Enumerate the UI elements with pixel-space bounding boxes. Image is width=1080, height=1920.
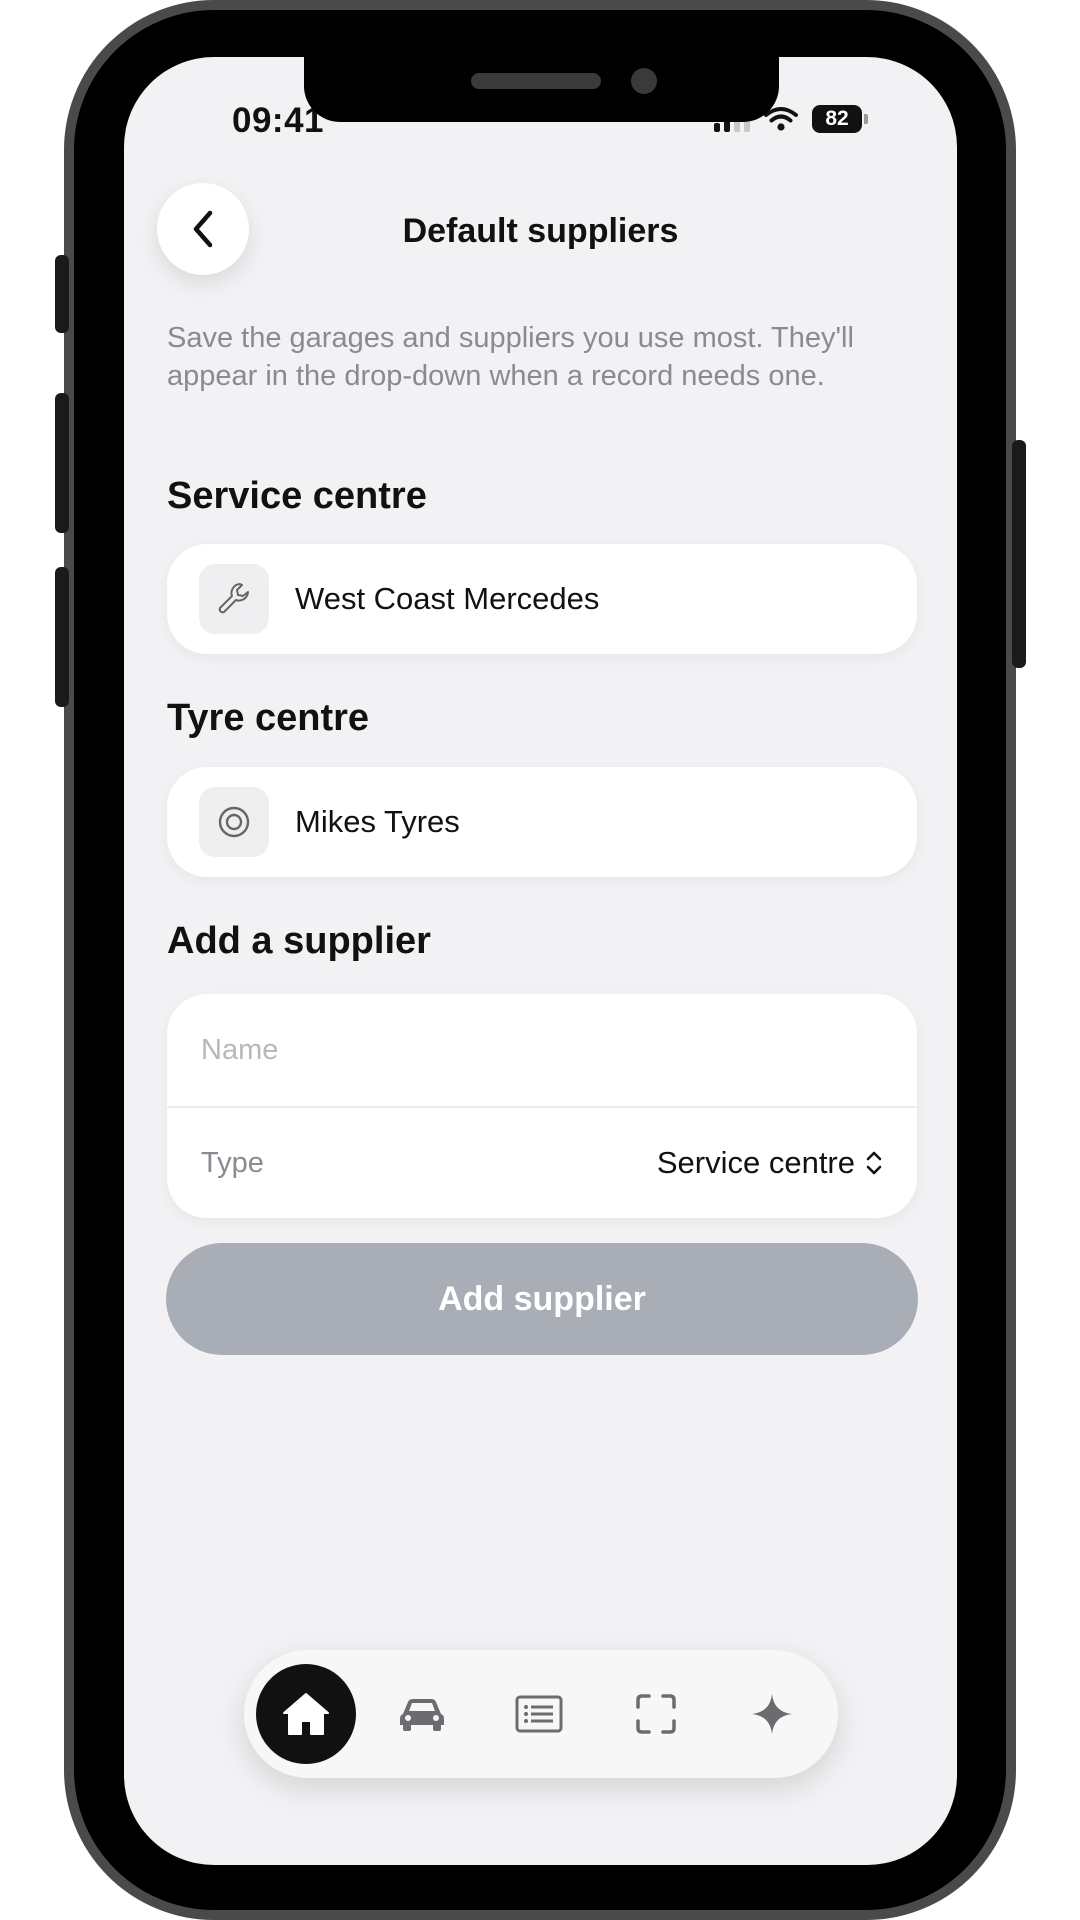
chevron-updown-icon (866, 1151, 882, 1175)
add-supplier-form: Type Service centre (167, 994, 917, 1218)
tyre-centre-name: Mikes Tyres (295, 804, 460, 839)
type-select[interactable]: Service centre (657, 1145, 883, 1181)
service-centre-name: West Coast Mercedes (295, 581, 600, 616)
tab-scan[interactable] (606, 1664, 706, 1764)
service-centre-heading: Service centre (167, 475, 427, 517)
scan-icon (636, 1694, 676, 1734)
sparkle-icon (752, 1694, 792, 1734)
type-row: Type Service centre (167, 1106, 917, 1218)
volume-up-button (55, 393, 69, 533)
tab-bar (244, 1650, 838, 1778)
tab-vehicles[interactable] (372, 1664, 472, 1764)
notch (304, 57, 779, 122)
tyre-centre-card[interactable]: Mikes Tyres (167, 767, 917, 877)
battery-level: 82 (812, 105, 862, 133)
mute-switch (55, 255, 69, 333)
page-description: Save the garages and suppliers you use m… (167, 322, 854, 392)
power-button (1012, 440, 1026, 668)
screen: 09:41 82 Default suppliers Save the gara… (124, 57, 957, 1865)
type-label: Type (201, 1146, 264, 1179)
battery-icon: 82 (812, 105, 868, 133)
add-supplier-heading: Add a supplier (167, 920, 431, 962)
tab-home[interactable] (256, 1664, 356, 1764)
volume-down-button (55, 567, 69, 707)
name-input[interactable] (201, 1033, 883, 1067)
tyre-icon (199, 787, 269, 857)
name-row (167, 994, 917, 1106)
page-title: Default suppliers (402, 212, 679, 250)
type-select-value: Service centre (656, 1145, 855, 1180)
add-supplier-button[interactable]: Add supplier (166, 1243, 918, 1355)
car-icon (400, 1699, 444, 1731)
wrench-icon (199, 564, 269, 634)
home-icon (283, 1693, 329, 1735)
list-icon (515, 1695, 563, 1733)
service-centre-card[interactable]: West Coast Mercedes (167, 544, 917, 654)
tab-assistant[interactable] (722, 1664, 822, 1764)
tab-records[interactable] (489, 1664, 589, 1764)
tyre-centre-heading: Tyre centre (167, 697, 370, 739)
